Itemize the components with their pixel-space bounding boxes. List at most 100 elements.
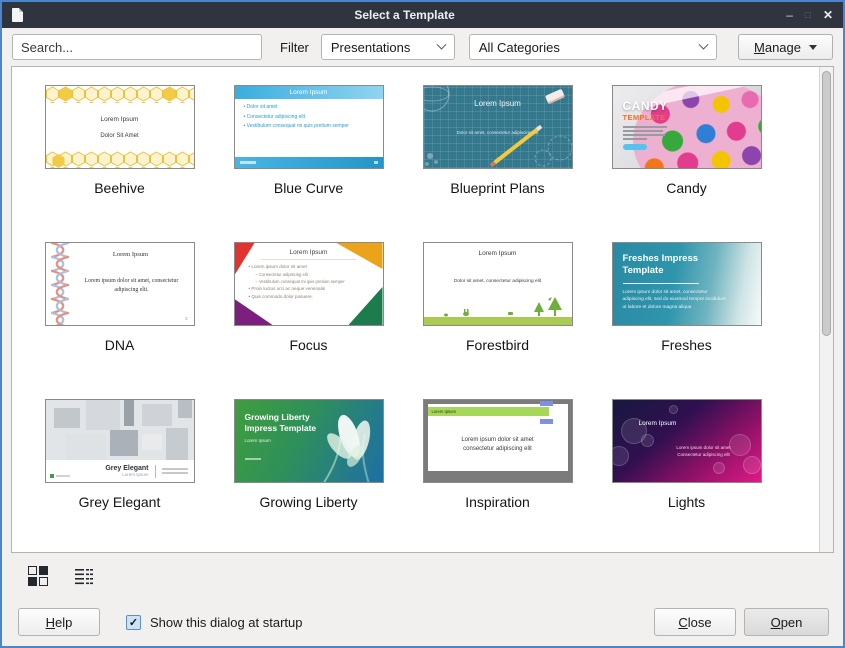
template-name: Freshes <box>661 337 712 353</box>
slide-page-number: 3 <box>185 316 188 321</box>
template-thumbnail-growing-liberty: Growing Liberty Impress Template Lorem I… <box>234 399 384 483</box>
template-name: Grey Elegant <box>79 494 161 510</box>
checkmark-icon: ✓ <box>129 616 138 629</box>
button-graphic <box>623 144 647 150</box>
slide-title: Freshes Impress Template <box>623 253 727 278</box>
template-name: Focus <box>289 337 327 353</box>
template-card-blueprint-plans[interactable]: Lorem Ipsum Dolor sit amet, consectetur … <box>403 85 592 196</box>
slide-body: Lorem ipsum dolor sit amet Consectetur a… <box>653 444 755 458</box>
slide-bullet-list: Dolor sit amet Consectetur adipiscing el… <box>244 103 377 132</box>
category-filter-value: All Categories <box>479 40 560 55</box>
dialog-button-row: Help ✓ Show this dialog at startup Close… <box>2 586 843 646</box>
template-thumbnail-lights: Lorem Ipsum Lorem ipsum dolor sit amet C… <box>612 399 762 483</box>
document-icon <box>12 8 23 22</box>
help-button[interactable]: Help <box>18 608 100 636</box>
template-card-lights[interactable]: Lorem Ipsum Lorem ipsum dolor sit amet C… <box>592 399 781 510</box>
slide-footer: Grey Elegant Lorem Ipsum <box>46 460 194 482</box>
template-card-grey-elegant[interactable]: Grey Elegant Lorem Ipsum Grey Elegant <box>25 399 214 510</box>
slide-title: Growing Liberty Impress Template <box>245 412 343 434</box>
template-card-growing-liberty[interactable]: Growing Liberty Impress Template Lorem I… <box>214 399 403 510</box>
template-thumbnail-freshes: Freshes Impress Template Lorem ipsum dol… <box>612 242 762 326</box>
type-filter-value: Presentations <box>331 40 411 55</box>
slide-title: Grey Elegant <box>105 465 148 472</box>
titlebar: Select a Template – □ ✕ <box>2 2 843 28</box>
slide-title: Lorem Ipsum <box>235 86 383 99</box>
slide-title: CANDY <box>623 99 668 113</box>
slide-subtitle: Dolor Sit Amet <box>46 133 194 139</box>
slide-footer <box>235 157 383 168</box>
startup-checkbox-label: Show this dialog at startup <box>150 615 302 630</box>
scrollbar-thumb[interactable] <box>822 71 831 336</box>
type-filter-dropdown[interactable]: Presentations <box>321 34 455 60</box>
template-name: Forestbird <box>466 337 529 353</box>
placeholder-text-line <box>245 458 261 460</box>
slide-subtitle: Dolor sit amet, consectetur adipiscing e… <box>424 130 572 135</box>
template-thumbnail-candy: CANDY TEMPLATE <box>612 85 762 169</box>
slide-bullet-list: Lorem ipsum dolor sit amet Consectetur a… <box>249 263 353 301</box>
list-view-icon[interactable] <box>74 566 94 586</box>
template-thumbnail-forestbird: Lorem Ipsum Dolor sit amet, consectetur … <box>423 242 573 326</box>
manage-button[interactable]: Manage <box>738 34 833 60</box>
template-name: DNA <box>105 337 135 353</box>
slide-subtitle: Lorem Ipsum <box>105 472 148 477</box>
slide-subtitle: Dolor sit amet, consectetur adipiscing e… <box>424 279 572 284</box>
template-name: Blue Curve <box>274 180 343 196</box>
search-input[interactable] <box>12 34 262 60</box>
template-card-focus[interactable]: Lorem Ipsum Lorem ipsum dolor sit amet C… <box>214 242 403 353</box>
slide-subtitle: TEMPLATE <box>623 113 666 122</box>
template-thumbnail-grey-elegant: Grey Elegant Lorem Ipsum <box>45 399 195 483</box>
slide-title: Lorem Ipsum <box>639 420 677 427</box>
template-thumbnail-beehive: Lorem Ipsum Dolor Sit Amet <box>45 85 195 169</box>
template-name: Beehive <box>94 180 145 196</box>
template-grid: Lorem Ipsum Dolor Sit Amet Beehive Lorem… <box>12 67 833 510</box>
close-icon[interactable]: ✕ <box>823 8 833 22</box>
template-card-blue-curve[interactable]: Lorem Ipsum Dolor sit amet Consectetur a… <box>214 85 403 196</box>
slide-title: Lorem Ipsum <box>46 116 194 123</box>
template-card-dna[interactable]: Lorem Ipsum Lorem ipsum dolor sit amet, … <box>25 242 214 353</box>
vertical-scrollbar[interactable] <box>819 67 833 552</box>
view-mode-toggles <box>2 553 843 586</box>
slide-body: Lorem ipsum dolor sit amet, consectetur … <box>80 277 184 294</box>
thumbnail-view-icon[interactable] <box>28 566 48 586</box>
trees-graphic <box>424 295 572 319</box>
toolbar: Filter Presentations All Categories Mana… <box>2 28 843 66</box>
template-card-freshes[interactable]: Freshes Impress Template Lorem ipsum dol… <box>592 242 781 353</box>
select-template-dialog: Select a Template – □ ✕ Filter Presentat… <box>0 0 845 648</box>
template-thumbnail-focus: Lorem Ipsum Lorem ipsum dolor sit amet C… <box>234 242 384 326</box>
template-card-forestbird[interactable]: Lorem Ipsum Dolor sit amet, consectetur … <box>403 242 592 353</box>
template-card-beehive[interactable]: Lorem Ipsum Dolor Sit Amet Beehive <box>25 85 214 196</box>
filter-label: Filter <box>280 40 309 55</box>
dna-helix-graphic <box>48 243 72 325</box>
template-name: Lights <box>668 494 705 510</box>
caret-down-icon <box>809 45 817 50</box>
template-thumbnail-blueprint-plans: Lorem Ipsum Dolor sit amet, consectetur … <box>423 85 573 169</box>
template-thumbnail-dna: Lorem Ipsum Lorem ipsum dolor sit amet, … <box>45 242 195 326</box>
template-name: Blueprint Plans <box>450 180 544 196</box>
grey-mosaic-graphic <box>46 400 194 462</box>
slide-title: Lorem Ipsum <box>235 249 383 256</box>
template-list-panel: Lorem Ipsum Dolor Sit Amet Beehive Lorem… <box>11 66 834 553</box>
template-thumbnail-inspiration: Lorem Ipsum Lorem ipsum dolor sit amet c… <box>423 399 573 483</box>
template-name: Candy <box>666 180 706 196</box>
startup-checkbox[interactable]: ✓ <box>126 615 141 630</box>
slide-body: Lorem ipsum dolor sit amet, consectetur … <box>623 289 729 311</box>
category-filter-dropdown[interactable]: All Categories <box>469 34 717 60</box>
libreoffice-logo <box>50 474 70 478</box>
close-button[interactable]: Close <box>654 608 736 636</box>
template-card-inspiration[interactable]: Lorem Ipsum Lorem ipsum dolor sit amet c… <box>403 399 592 510</box>
template-name: Inspiration <box>465 494 530 510</box>
accent-rectangle <box>540 401 553 406</box>
slide-title: Lorem Ipsum <box>74 251 188 258</box>
slide-title-bar: Lorem Ipsum <box>428 407 550 416</box>
accent-rectangle <box>540 419 553 424</box>
minimize-icon[interactable]: – <box>786 8 793 22</box>
slide-subtitle: Lorem Ipsum <box>245 438 271 443</box>
open-button[interactable]: Open <box>744 608 829 636</box>
template-card-candy[interactable]: CANDY TEMPLATE Candy <box>592 85 781 196</box>
placeholder-text-lines <box>623 126 667 140</box>
corner-triangle-green <box>349 287 383 325</box>
chevron-down-icon <box>698 39 708 49</box>
slide-body: Lorem ipsum dolor sit amet consectetur a… <box>428 436 568 454</box>
slide-title: Lorem Ipsum <box>424 250 572 257</box>
template-thumbnail-blue-curve: Lorem Ipsum Dolor sit amet Consectetur a… <box>234 85 384 169</box>
